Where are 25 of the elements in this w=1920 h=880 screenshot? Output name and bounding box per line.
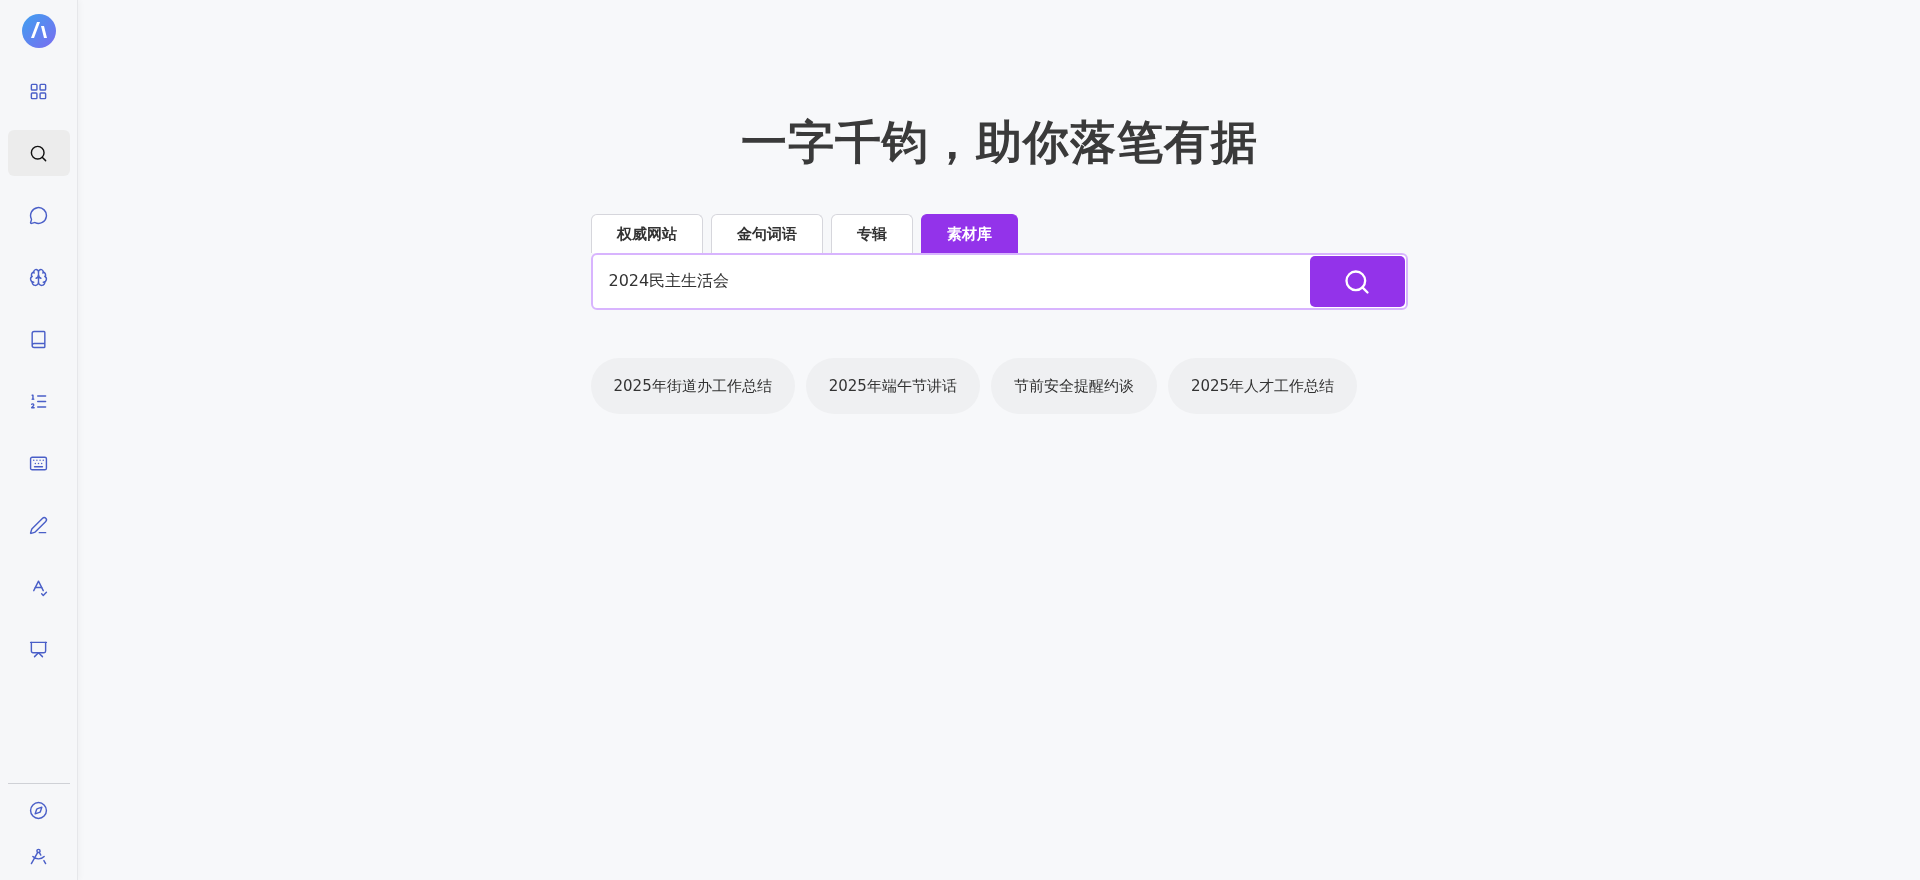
search-icon [29,143,48,163]
page-headline: 一字千钧，助你落笔有据 [739,114,1259,171]
numbered-list-icon [29,391,48,411]
suggestion-chip[interactable]: 节前安全提醒约谈 [990,358,1157,414]
compass-icon [29,800,48,820]
keyboard-icon [29,453,48,473]
chat-bubble-icon [29,205,48,225]
grid-icon [29,81,48,101]
suggestion-chip[interactable]: 2025年人才工作总结 [1167,358,1358,414]
search-tab[interactable]: 金句词语 [710,214,823,253]
suggestion-chip[interactable]: 2025年端午节讲话 [805,358,980,414]
book-icon [29,329,48,349]
search-tab[interactable]: 专辑 [830,214,913,253]
brain-icon [29,267,48,287]
presentation-board-icon [29,639,48,659]
pen-icon [29,515,48,535]
search-tab[interactable]: 素材库 [920,214,1018,253]
search-button[interactable] [1309,256,1405,307]
suggestion-chip[interactable]: 2025年街道办工作总结 [590,358,795,414]
search-field[interactable]: 2024民主生活会 [590,253,1408,310]
search-icon [1343,267,1371,296]
logo-icon [21,14,56,48]
sidebar-nav-button[interactable] [7,130,70,176]
search-tab[interactable]: 权威网站 [590,214,703,253]
drafting-compass-icon [29,846,48,866]
